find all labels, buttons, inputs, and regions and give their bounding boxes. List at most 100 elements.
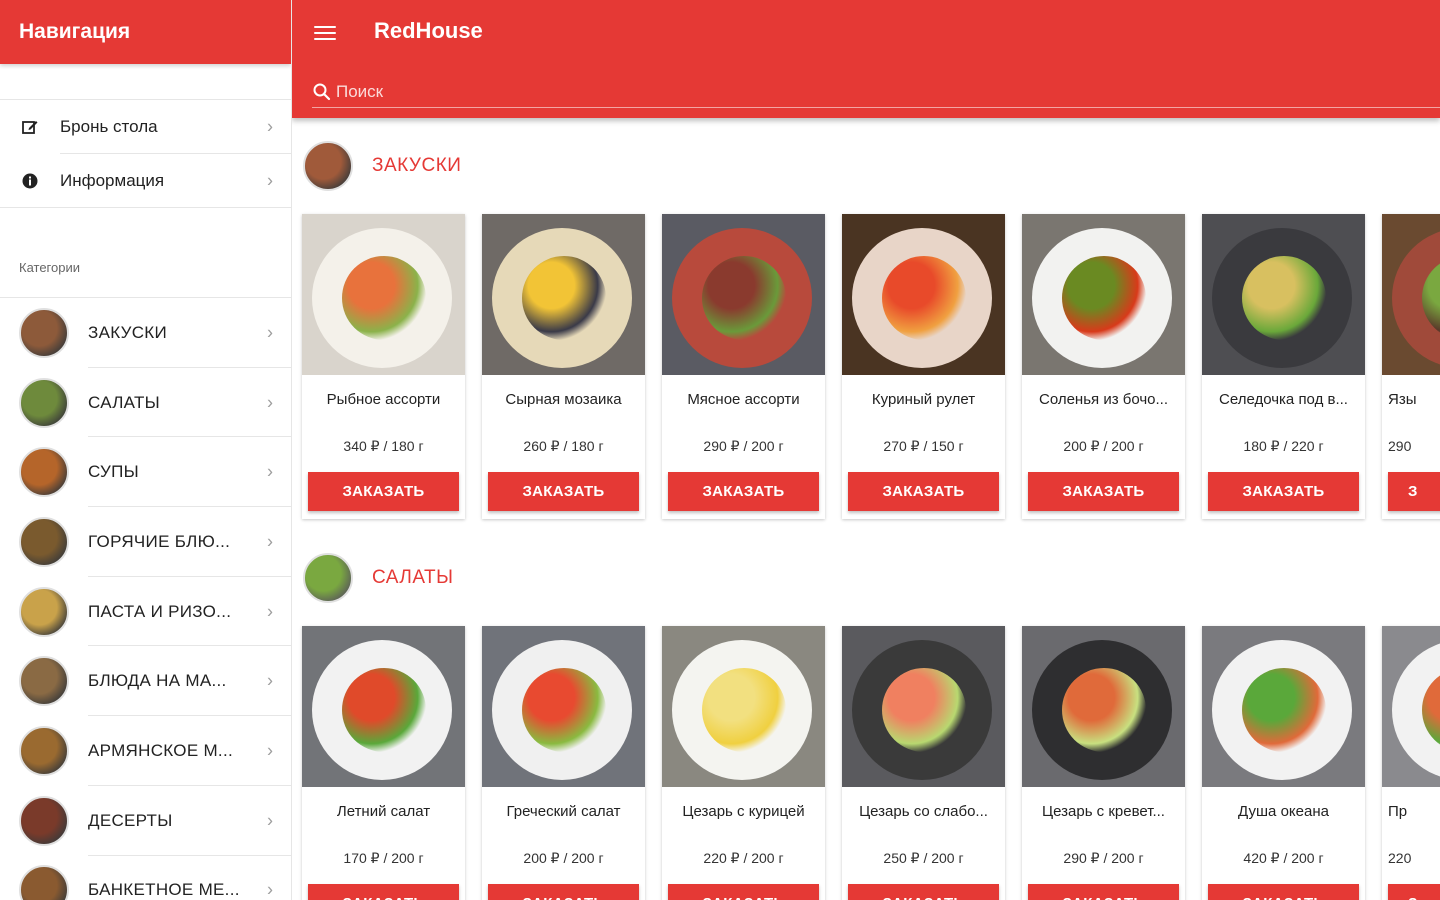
category-list: ЗАКУСКИ › САЛАТЫ › СУПЫ › ГОРЯЧИЕ БЛЮ... › ПАСТА… (0, 298, 291, 900)
chevron-right-icon: › (267, 810, 273, 831)
search-bar (312, 76, 1440, 108)
category-label: ЗАКУСКИ (88, 322, 167, 342)
navigation-drawer: Навигация Бронь стола › Информация › Кат… (0, 0, 292, 900)
search-input[interactable] (336, 81, 1440, 102)
order-button[interactable]: ЗАКАЗАТЬ (1028, 472, 1179, 511)
order-button[interactable]: ЗАКАЗАТЬ (1208, 472, 1359, 511)
category-thumbnail (19, 586, 69, 637)
dish-photo[interactable] (482, 626, 645, 787)
order-button[interactable]: ЗАКАЗАТЬ (308, 472, 459, 511)
food-shape (1242, 668, 1326, 752)
app-bar: RedHouse (292, 0, 1440, 118)
category-label: СУПЫ (88, 462, 139, 482)
dish-price: 340 ₽ / 180 г (343, 438, 424, 454)
dish-price: 200 ₽ / 200 г (523, 850, 604, 866)
dish-price: 220 (1388, 850, 1412, 866)
dish-photo[interactable] (1382, 626, 1440, 787)
dish-card: Соленья из бочо... 200 ₽ / 200 г ЗАКАЗАТЬ (1022, 214, 1185, 519)
dish-name: Селедочка под в... (1219, 391, 1348, 408)
category-thumbnail (19, 377, 69, 428)
dish-photo[interactable] (302, 626, 465, 787)
dish-name: Цезарь с курицей (682, 803, 805, 820)
food-shape (522, 668, 606, 752)
drawer-header: Навигация (0, 0, 291, 64)
dish-card: Цезарь с курицей 220 ₽ / 200 г ЗАКАЗАТЬ (662, 626, 825, 900)
category-label: БЛЮДА НА МА... (88, 671, 227, 691)
food-shape (1062, 668, 1146, 752)
order-button[interactable]: ЗАКАЗАТЬ (848, 472, 999, 511)
order-button[interactable]: З (1388, 472, 1440, 511)
chevron-right-icon: › (267, 170, 273, 191)
food-shape (702, 256, 786, 340)
dish-name: Пр (1388, 803, 1408, 820)
search-icon (312, 82, 332, 102)
dish-photo[interactable] (662, 626, 825, 787)
dish-photo[interactable] (482, 214, 645, 375)
section-title: САЛАТЫ (372, 567, 454, 588)
section-title: ЗАКУСКИ (372, 155, 462, 176)
dish-card: Рыбное ассорти 340 ₽ / 180 г ЗАКАЗАТЬ (302, 214, 465, 519)
dish-name: Соленья из бочо... (1038, 391, 1169, 408)
category-thumbnail (19, 447, 69, 498)
edit-icon (0, 118, 60, 136)
category-item[interactable]: САЛАТЫ › (0, 368, 291, 438)
order-button[interactable]: ЗАКАЗАТЬ (1208, 884, 1359, 900)
app-root: Навигация Бронь стола › Информация › Кат… (0, 0, 1440, 900)
section-thumbnail (303, 553, 353, 603)
nav-item-information[interactable]: Информация › (0, 154, 291, 208)
dish-photo[interactable] (1202, 214, 1365, 375)
dish-card: Пр 220 З (1382, 626, 1440, 900)
category-item[interactable]: АРМЯНСКОЕ М... › (0, 716, 291, 786)
food-shape (882, 256, 966, 340)
categories-heading: Категории (0, 208, 291, 298)
order-button[interactable]: ЗАКАЗАТЬ (488, 472, 639, 511)
category-thumbnail (19, 725, 69, 776)
category-label: БАНКЕТНОЕ МЕ... (88, 880, 240, 900)
menu-icon[interactable] (314, 22, 336, 44)
dish-photo[interactable] (1022, 214, 1185, 375)
dish-photo[interactable] (302, 214, 465, 375)
category-item[interactable]: ГОРЯЧИЕ БЛЮ... › (0, 507, 291, 577)
dish-price: 420 ₽ / 200 г (1243, 850, 1324, 866)
dish-photo[interactable] (1022, 626, 1185, 787)
dish-photo[interactable] (1382, 214, 1440, 375)
chevron-right-icon: › (267, 116, 273, 137)
category-label: ПАСТА И РИЗО... (88, 601, 232, 621)
category-label: АРМЯНСКОЕ М... (88, 740, 234, 760)
category-item[interactable]: СУПЫ › (0, 437, 291, 507)
category-label: ДЕСЕРТЫ (88, 810, 173, 830)
dish-photo[interactable] (842, 214, 1005, 375)
order-button[interactable]: ЗАКАЗАТЬ (1028, 884, 1179, 900)
category-label: ГОРЯЧИЕ БЛЮ... (88, 531, 231, 551)
category-item[interactable]: БАНКЕТНОЕ МЕ... › (0, 856, 291, 900)
order-button[interactable]: ЗАКАЗАТЬ (308, 884, 459, 900)
dish-price: 290 ₽ / 200 г (1063, 850, 1144, 866)
category-item[interactable]: БЛЮДА НА МА... › (0, 646, 291, 716)
dish-card: Цезарь с кревет... 290 ₽ / 200 г ЗАКАЗАТЬ (1022, 626, 1185, 900)
section-thumbnail (303, 141, 353, 191)
order-button[interactable]: ЗАКАЗАТЬ (668, 884, 819, 900)
nav-item-table-booking[interactable]: Бронь стола › (0, 100, 291, 154)
nav-item-label: Бронь стола (60, 117, 158, 136)
dish-photo[interactable] (842, 626, 1005, 787)
category-item[interactable]: ЗАКУСКИ › (0, 298, 291, 368)
food-shape (1242, 256, 1326, 340)
order-button[interactable]: ЗАКАЗАТЬ (488, 884, 639, 900)
dish-photo[interactable] (662, 214, 825, 375)
food-shape (342, 256, 426, 340)
app-title: RedHouse (374, 18, 483, 43)
order-button[interactable]: ЗАКАЗАТЬ (668, 472, 819, 511)
category-item[interactable]: ДЕСЕРТЫ › (0, 786, 291, 856)
dish-row: Рыбное ассорти 340 ₽ / 180 г ЗАКАЗАТЬ Сырна… (292, 214, 1440, 530)
food-shape (882, 668, 966, 752)
dish-card: Селедочка под в... 180 ₽ / 220 г ЗАКАЗАТЬ (1202, 214, 1365, 519)
order-button[interactable]: З (1388, 884, 1440, 900)
order-button[interactable]: ЗАКАЗАТЬ (848, 884, 999, 900)
dish-name: Сырная мозаика (505, 391, 622, 408)
dish-photo[interactable] (1202, 626, 1365, 787)
dish-card: Греческий салат 200 ₽ / 200 г ЗАКАЗАТЬ (482, 626, 645, 900)
category-thumbnail (19, 865, 69, 900)
dish-price: 170 ₽ / 200 г (343, 850, 424, 866)
dish-price: 250 ₽ / 200 г (883, 850, 964, 866)
category-item[interactable]: ПАСТА И РИЗО... › (0, 577, 291, 647)
